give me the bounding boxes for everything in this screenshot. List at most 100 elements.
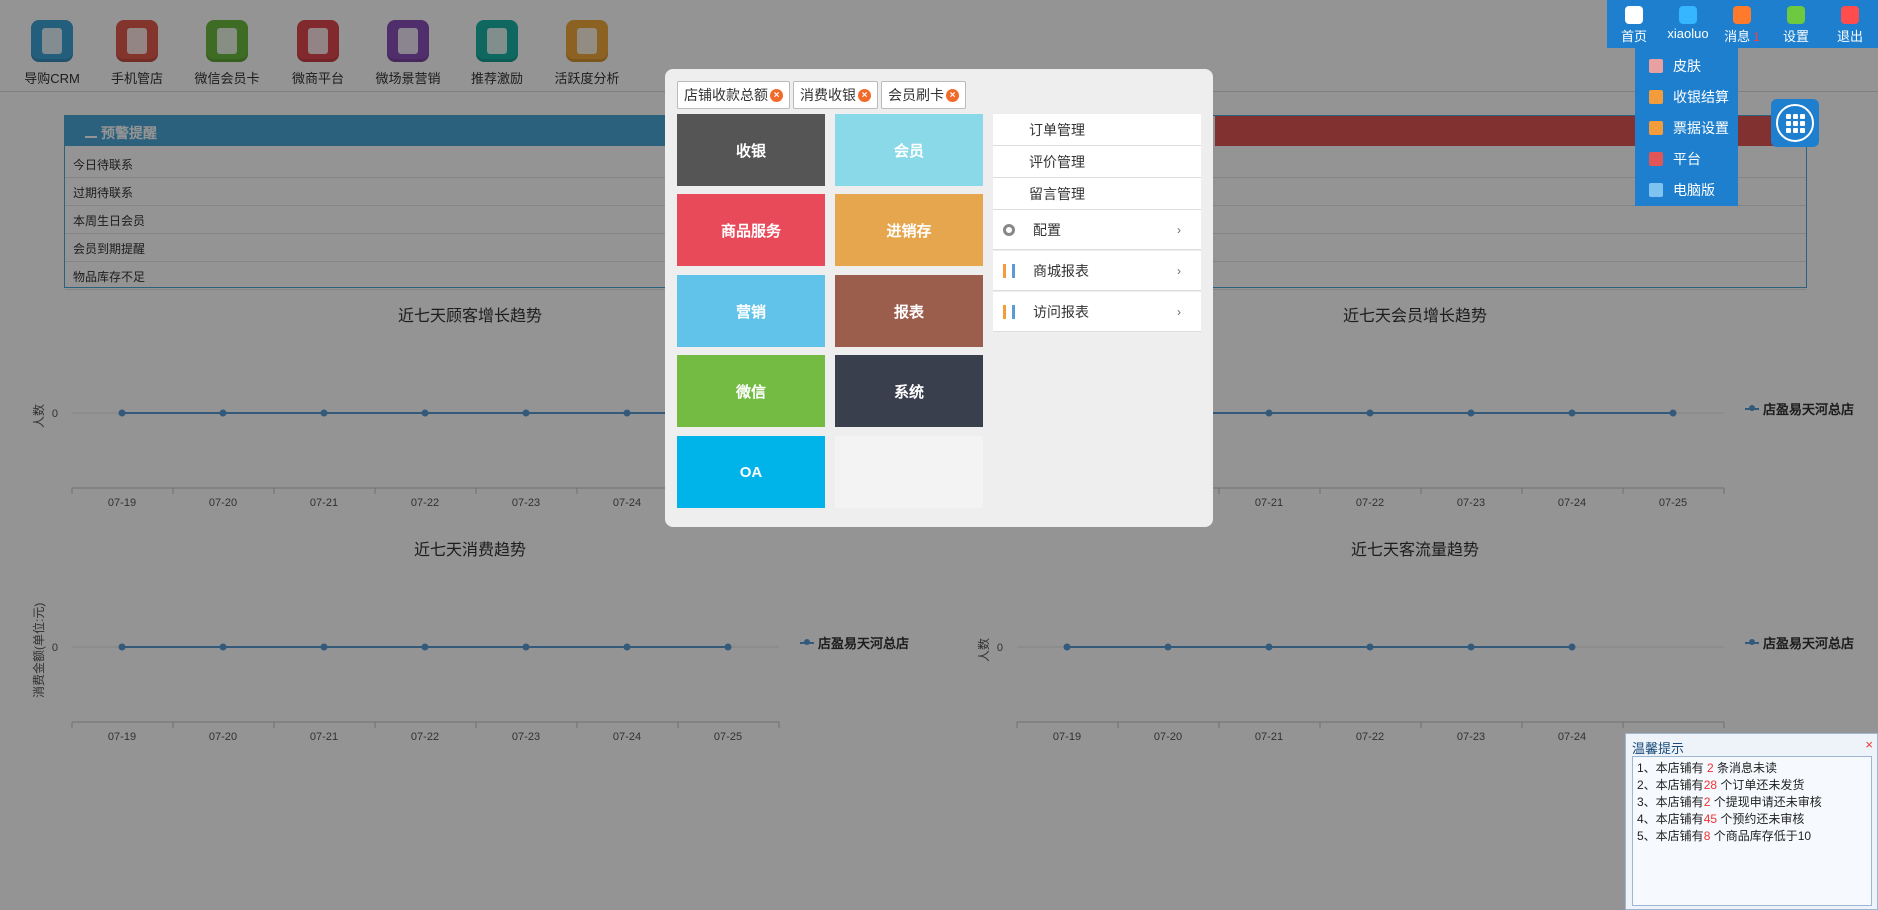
module-tile-8[interactable]: OA — [677, 436, 825, 508]
message-icon — [1733, 6, 1751, 24]
tip-line[interactable]: 5、本店铺有8 个商品库存低于10 — [1637, 828, 1867, 845]
tips-panel: 温馨提示 × 1、本店铺有 2 条消息未读 2、本店铺有28 个订单还未发货 3、本… — [1625, 733, 1878, 910]
nav-item-label: 设置 — [1782, 29, 1809, 44]
menu-item-label: 访问报表 — [1033, 303, 1089, 320]
desktop-icon — [1649, 182, 1663, 197]
close-icon[interactable]: × — [858, 88, 871, 102]
module-tile-2[interactable]: 商品服务 — [677, 194, 825, 266]
settings-item-label: 收银结算 — [1673, 88, 1729, 105]
settings-item-3[interactable]: 平台 — [1635, 143, 1738, 174]
settings-dropdown: 皮肤收银结算票据设置平台电脑版 — [1635, 48, 1738, 206]
menu-item-label: 评价管理 — [1029, 153, 1085, 170]
close-icon[interactable]: × — [946, 88, 959, 102]
tip-line[interactable]: 1、本店铺有 2 条消息未读 — [1637, 760, 1867, 777]
close-icon[interactable]: × — [1865, 737, 1873, 752]
nav-item-0[interactable]: 首页 — [1607, 4, 1661, 45]
tip-text: 个订单还未发货 — [1717, 778, 1805, 792]
menu-item-label: 订单管理 — [1029, 121, 1085, 138]
settings-item-label: 平台 — [1673, 150, 1701, 167]
nav-item-label: 首页 — [1620, 29, 1647, 44]
menu-item-visit-report[interactable]: 访问报表 › — [993, 292, 1201, 332]
bar-chart-icon — [1003, 263, 1015, 278]
settings-item-label: 票据设置 — [1673, 119, 1729, 136]
grid-dot — [1800, 128, 1805, 133]
quick-tag-total-receipts[interactable]: 店铺收款总额 × — [677, 81, 790, 109]
chevron-right-icon: › — [1177, 304, 1181, 319]
module-tile-6[interactable]: 微信 — [677, 355, 825, 427]
quick-tag-label: 消费收银 — [800, 87, 856, 103]
menu-item-message-management[interactable]: 留言管理 — [993, 178, 1201, 210]
grid-dot — [1800, 114, 1805, 119]
module-tile-4[interactable]: 营销 — [677, 275, 825, 347]
module-tile-0[interactable]: 收银 — [677, 114, 825, 186]
close-icon[interactable]: × — [770, 88, 783, 102]
tips-title: 温馨提示 — [1632, 741, 1685, 756]
chevron-right-icon: › — [1177, 222, 1181, 237]
tip-text: 个商品库存低于10 — [1710, 829, 1812, 843]
tip-text: 4、本店铺有 — [1637, 812, 1704, 826]
cashier-icon — [1649, 89, 1663, 104]
tip-count: 45 — [1703, 812, 1718, 826]
tip-text: 5、本店铺有 — [1637, 829, 1704, 843]
grid-dot — [1793, 121, 1798, 126]
quick-tag-label: 店铺收款总额 — [684, 87, 768, 103]
settings-item-1[interactable]: 收银结算 — [1635, 81, 1738, 112]
tip-text: 个提现申请还未审核 — [1710, 795, 1822, 809]
unread-badge: 1 — [1753, 30, 1760, 44]
settings-item-4[interactable]: 电脑版 — [1635, 174, 1738, 205]
quick-tag-member-card[interactable]: 会员刷卡 × — [881, 81, 966, 109]
skin-icon — [1649, 58, 1663, 73]
grid-dot — [1793, 114, 1798, 119]
settings-item-2[interactable]: 票据设置 — [1635, 112, 1738, 143]
receipt-icon — [1649, 120, 1663, 135]
settings-item-label: 皮肤 — [1673, 57, 1701, 74]
nav-item-3[interactable]: 设置 — [1769, 4, 1823, 45]
settings-item-0[interactable]: 皮肤 — [1635, 50, 1738, 81]
tip-text: 3、本店铺有 — [1637, 795, 1704, 809]
logout-icon — [1841, 6, 1859, 24]
tip-line[interactable]: 4、本店铺有45 个预约还未审核 — [1637, 811, 1867, 828]
tip-count: 28 — [1703, 778, 1718, 792]
home-icon — [1625, 6, 1643, 24]
module-tile-3[interactable]: 进销存 — [835, 194, 983, 266]
settings-item-label: 电脑版 — [1673, 181, 1715, 198]
nav-item-2[interactable]: 消息 1 — [1715, 4, 1769, 45]
quick-tag-checkout[interactable]: 消费收银 × — [793, 81, 878, 109]
tip-text: 条消息未读 — [1713, 761, 1778, 775]
grid-dot — [1793, 128, 1798, 133]
menu-item-mall-report[interactable]: 商城报表 › — [993, 251, 1201, 291]
menu-item-review-management[interactable]: 评价管理 — [993, 146, 1201, 178]
tip-line[interactable]: 3、本店铺有2 个提现申请还未审核 — [1637, 794, 1867, 811]
user-icon — [1679, 6, 1697, 24]
grid-dot — [1786, 128, 1791, 133]
module-tile-1[interactable]: 会员 — [835, 114, 983, 186]
empty-tile — [835, 436, 983, 508]
menu-item-order-management[interactable]: 订单管理 — [993, 114, 1201, 146]
right-nav: 首页 xiaoluo 消息 1 设置 退出 — [1607, 0, 1878, 48]
tip-text: 1、本店铺有 — [1637, 761, 1708, 775]
apps-grid-button[interactable] — [1771, 99, 1819, 147]
quick-tag-label: 会员刷卡 — [888, 87, 944, 103]
quick-menu-modal: 店铺收款总额 × 消费收银 × 会员刷卡 × 收银 会员 商品服务 进销存 营销 报表 微信 系统 O… — [665, 69, 1213, 527]
tip-line[interactable]: 2、本店铺有28 个订单还未发货 — [1637, 777, 1867, 794]
menu-item-label: 配置 — [1033, 221, 1061, 238]
chevron-right-icon: › — [1177, 263, 1181, 278]
nav-item-label: 退出 — [1836, 29, 1863, 44]
menu-item-label: 商城报表 — [1033, 262, 1089, 279]
nav-item-4[interactable]: 退出 — [1823, 4, 1877, 45]
nav-item-1[interactable]: xiaoluo — [1661, 4, 1715, 41]
tip-text: 个预约还未审核 — [1717, 812, 1805, 826]
nav-item-label: 消息 — [1724, 29, 1751, 44]
nav-item-label: xiaoluo — [1667, 26, 1709, 41]
bar-chart-icon — [1003, 304, 1015, 319]
menu-item-config[interactable]: 配置 › — [993, 210, 1201, 250]
tip-text: 2、本店铺有 — [1637, 778, 1704, 792]
module-tile-5[interactable]: 报表 — [835, 275, 983, 347]
grid-dot — [1786, 121, 1791, 126]
tips-body: 1、本店铺有 2 条消息未读 2、本店铺有28 个订单还未发货 3、本店铺有2 个提… — [1632, 756, 1872, 906]
module-tile-7[interactable]: 系统 — [835, 355, 983, 427]
gear-icon — [1787, 6, 1805, 24]
menu-item-label: 留言管理 — [1029, 185, 1085, 202]
grid-dot — [1800, 121, 1805, 126]
grid-dot — [1786, 114, 1791, 119]
